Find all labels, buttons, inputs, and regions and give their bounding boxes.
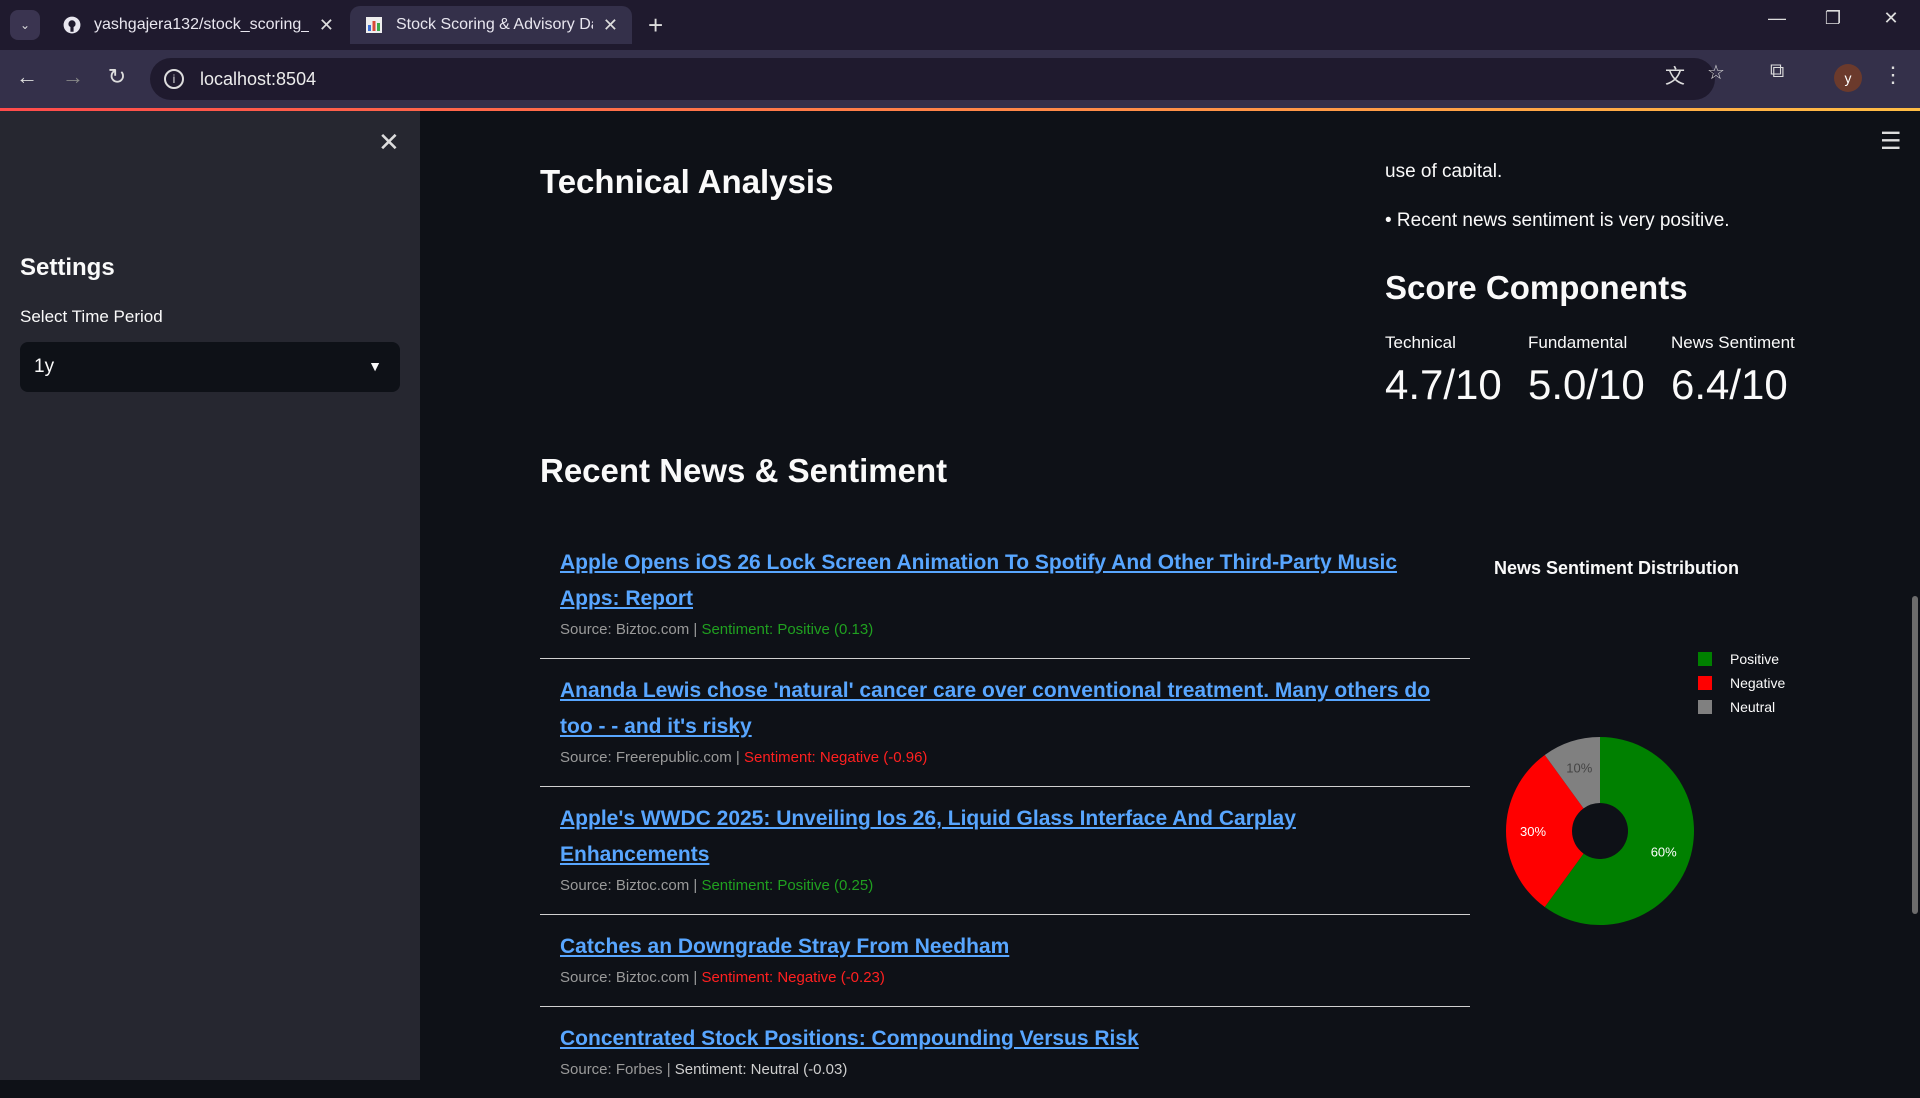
metric-label: Fundamental — [1528, 333, 1628, 352]
browser-toolbar: ← → ↻ i localhost:8504 文 ☆ ⧉ y ⋮ — [0, 50, 1920, 108]
slice-percent-label: 60% — [1651, 845, 1677, 860]
sidebar-title: Settings — [20, 254, 115, 281]
metric-label: Technical — [1385, 333, 1456, 352]
chart-favicon-icon — [364, 15, 384, 35]
news-item: Apple's WWDC 2025: Unveiling Ios 26, Liq… — [540, 787, 1470, 915]
translate-icon[interactable]: 文 — [1665, 60, 1685, 89]
news-sentiment: Sentiment: Negative (-0.96) — [743, 749, 928, 766]
legend-item[interactable]: Neutral — [1698, 695, 1785, 719]
slice-percent-label: 10% — [1566, 760, 1592, 775]
metric-value: 6.4/10 — [1671, 361, 1788, 408]
back-icon[interactable]: ← — [12, 64, 42, 90]
tab-close-icon[interactable]: ✕ — [319, 15, 334, 36]
news-source: Source: Forbes — [560, 1061, 663, 1078]
recommendation-text: use of capital. — [1385, 161, 1503, 177]
news-link[interactable]: Apple Opens iOS 26 Lock Screen Animation… — [560, 551, 1397, 610]
minimize-icon[interactable]: — — [1752, 8, 1802, 29]
main-content: ☰ Technical Analysis use of capital. • R… — [420, 111, 1920, 1080]
browser-menu-icon[interactable]: ⋮ — [1882, 62, 1904, 88]
legend-swatch — [1698, 676, 1712, 690]
time-period-label: Select Time Period — [20, 307, 163, 326]
time-period-select[interactable]: 1y ▼ — [20, 342, 400, 392]
sidebar-close-icon[interactable]: ✕ — [378, 127, 400, 158]
chart-title: News Sentiment Distribution — [1494, 558, 1740, 578]
news-source: Source: Biztoc.com — [560, 877, 690, 894]
tab-search-chevron-icon[interactable]: ⌄ — [10, 10, 40, 40]
metric-value: 5.0/10 — [1528, 361, 1645, 408]
restore-icon[interactable]: ❐ — [1808, 8, 1858, 29]
legend-label: Negative — [1730, 675, 1786, 691]
chevron-down-icon: ▼ — [368, 358, 382, 374]
metric-technical: Technical 4.7/10 — [1385, 333, 1502, 409]
legend-label: Positive — [1730, 651, 1780, 667]
news-item: Ananda Lewis chose 'natural' cancer care… — [540, 659, 1470, 787]
window-close-icon[interactable]: ✕ — [1866, 8, 1916, 29]
recommendation-bullet: • Recent news sentiment is very positive… — [1385, 210, 1730, 231]
tab-title: yashgajera132/stock_scoring_ac — [94, 16, 309, 33]
metric-label: News Sentiment — [1671, 333, 1795, 352]
news-source: Source: Biztoc.com — [560, 621, 690, 638]
news-item: Concentrated Stock Positions: Compoundin… — [560, 1027, 1139, 1078]
technical-analysis-heading: Technical Analysis — [540, 163, 834, 200]
app-menu-icon[interactable]: ☰ — [1880, 127, 1902, 156]
tab-title: Stock Scoring & Advisory Dashb — [396, 16, 593, 33]
news-item: Apple Opens iOS 26 Lock Screen Animation… — [540, 531, 1470, 659]
legend-item[interactable]: Positive — [1698, 647, 1785, 671]
news-sentiment: Sentiment: Positive (0.25) — [701, 877, 874, 894]
metric-fundamental: Fundamental 5.0/10 — [1528, 333, 1645, 409]
legend-swatch — [1698, 700, 1712, 714]
slice-percent-label: 30% — [1520, 824, 1546, 839]
new-tab-icon[interactable]: + — [648, 10, 663, 40]
news-sentiment: Sentiment: Negative (-0.23) — [701, 969, 885, 986]
news-source: Source: Freerepublic.com — [560, 749, 732, 766]
news-heading: Recent News & Sentiment — [540, 452, 948, 489]
sentiment-donut-chart: 60% 30% 10% — [1506, 737, 1694, 925]
news-link[interactable]: Catches an Downgrade Stray From Needham — [560, 935, 1009, 958]
tab-close-icon[interactable]: ✕ — [603, 15, 618, 36]
metric-news-sentiment: News Sentiment 6.4/10 — [1671, 333, 1795, 409]
forward-icon[interactable]: → — [58, 64, 88, 90]
url-text[interactable]: localhost:8504 — [200, 69, 316, 90]
bookmark-star-icon[interactable]: ☆ — [1707, 60, 1725, 85]
news-source: Source: Biztoc.com — [560, 969, 690, 986]
extensions-icon[interactable]: ⧉ — [1770, 60, 1784, 83]
news-sentiment: Sentiment: Positive (0.13) — [701, 621, 874, 638]
time-period-value: 1y — [34, 356, 55, 377]
reload-icon[interactable]: ↻ — [102, 64, 132, 90]
site-info-icon[interactable]: i — [164, 69, 184, 89]
score-components-heading: Score Components — [1385, 269, 1688, 306]
metric-value: 4.7/10 — [1385, 361, 1502, 408]
news-item: Catches an Downgrade Stray From Needham … — [540, 915, 1470, 1007]
tab-github[interactable]: yashgajera132/stock_scoring_ac ✕ — [48, 6, 348, 44]
chart-legend: Positive Negative Neutral — [1698, 647, 1785, 719]
sidebar: ✕ Settings Select Time Period 1y ▼ — [0, 111, 420, 1080]
news-list: Apple Opens iOS 26 Lock Screen Animation… — [540, 531, 1470, 1098]
browser-tab-strip: ⌄ yashgajera132/stock_scoring_ac ✕ Stock… — [0, 0, 1920, 50]
legend-item[interactable]: Negative — [1698, 671, 1785, 695]
profile-avatar[interactable]: y — [1834, 64, 1862, 92]
legend-label: Neutral — [1730, 699, 1776, 715]
news-sentiment: Sentiment: Neutral (-0.03) — [674, 1061, 848, 1078]
tab-dashboard[interactable]: Stock Scoring & Advisory Dashb ✕ — [350, 6, 632, 44]
github-icon — [62, 15, 82, 35]
address-bar[interactable]: i localhost:8504 — [150, 58, 1715, 100]
news-link[interactable]: Concentrated Stock Positions: Compoundin… — [560, 1027, 1139, 1050]
news-link[interactable]: Ananda Lewis chose 'natural' cancer care… — [560, 679, 1430, 738]
news-link[interactable]: Apple's WWDC 2025: Unveiling Ios 26, Liq… — [560, 807, 1296, 866]
page-scrollbar[interactable] — [1912, 596, 1918, 914]
legend-swatch — [1698, 652, 1712, 666]
